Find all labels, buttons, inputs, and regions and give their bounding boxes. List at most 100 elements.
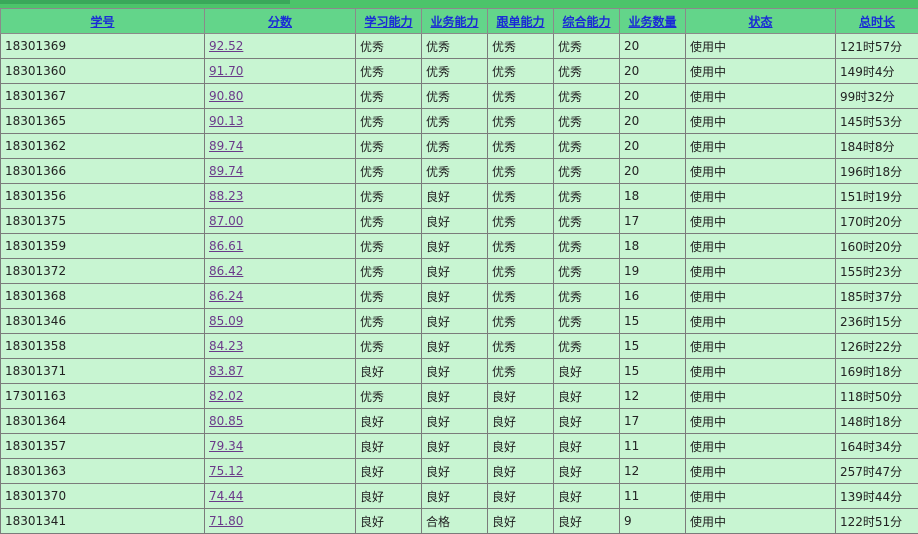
cell-follow: 良好 bbox=[488, 484, 554, 509]
col-header-status[interactable]: 状态 bbox=[686, 9, 836, 34]
score-link[interactable]: 90.13 bbox=[209, 114, 243, 128]
cell-score: 80.85 bbox=[205, 409, 356, 434]
cell-learn: 良好 bbox=[356, 409, 422, 434]
cell-count: 15 bbox=[620, 309, 686, 334]
cell-learn: 优秀 bbox=[356, 109, 422, 134]
score-link[interactable]: 87.00 bbox=[209, 214, 243, 228]
cell-score: 88.23 bbox=[205, 184, 356, 209]
score-link[interactable]: 89.74 bbox=[209, 164, 243, 178]
table-row: 1830137074.44良好良好良好良好11使用中139时44分 bbox=[1, 484, 918, 509]
cell-status: 使用中 bbox=[686, 159, 836, 184]
table-row: 1830136992.52优秀优秀优秀优秀20使用中121时57分 bbox=[1, 34, 918, 59]
sort-link-score[interactable]: 分数 bbox=[268, 15, 292, 29]
table-row: 1830136091.70优秀优秀优秀优秀20使用中149时4分 bbox=[1, 59, 918, 84]
cell-overall: 优秀 bbox=[554, 334, 620, 359]
sort-link-learn[interactable]: 学习能力 bbox=[364, 15, 412, 29]
cell-score: 83.87 bbox=[205, 359, 356, 384]
col-header-time[interactable]: 总时长 bbox=[836, 9, 918, 34]
cell-time: 148时18分 bbox=[836, 409, 918, 434]
col-header-score[interactable]: 分数 bbox=[205, 9, 356, 34]
cell-score: 85.09 bbox=[205, 309, 356, 334]
sort-link-biz[interactable]: 业务能力 bbox=[430, 15, 478, 29]
cell-id: 18301371 bbox=[1, 359, 205, 384]
cell-status: 使用中 bbox=[686, 184, 836, 209]
table-row: 1830136289.74优秀优秀优秀优秀20使用中184时8分 bbox=[1, 134, 918, 159]
cell-overall: 良好 bbox=[554, 434, 620, 459]
cell-biz: 良好 bbox=[422, 484, 488, 509]
cell-learn: 优秀 bbox=[356, 34, 422, 59]
score-link[interactable]: 71.80 bbox=[209, 514, 243, 528]
cell-count: 15 bbox=[620, 359, 686, 384]
cell-overall: 良好 bbox=[554, 409, 620, 434]
score-link[interactable]: 82.02 bbox=[209, 389, 243, 403]
cell-time: 151时19分 bbox=[836, 184, 918, 209]
score-table: 学号 分数 学习能力 业务能力 跟单能力 综合能力 业务数量 状态 总时长 18… bbox=[0, 8, 918, 534]
cell-follow: 良好 bbox=[488, 459, 554, 484]
cell-overall: 优秀 bbox=[554, 284, 620, 309]
score-link[interactable]: 80.85 bbox=[209, 414, 243, 428]
cell-time: 139时44分 bbox=[836, 484, 918, 509]
score-link[interactable]: 88.23 bbox=[209, 189, 243, 203]
cell-score: 75.12 bbox=[205, 459, 356, 484]
cell-id: 17301163 bbox=[1, 384, 205, 409]
cell-biz: 良好 bbox=[422, 259, 488, 284]
sort-link-time[interactable]: 总时长 bbox=[859, 15, 895, 29]
score-link[interactable]: 86.61 bbox=[209, 239, 243, 253]
cell-id: 18301364 bbox=[1, 409, 205, 434]
score-link[interactable]: 79.34 bbox=[209, 439, 243, 453]
cell-score: 92.52 bbox=[205, 34, 356, 59]
col-header-count[interactable]: 业务数量 bbox=[620, 9, 686, 34]
score-link[interactable]: 89.74 bbox=[209, 139, 243, 153]
cell-score: 79.34 bbox=[205, 434, 356, 459]
sort-link-status[interactable]: 状态 bbox=[748, 15, 772, 29]
col-header-id[interactable]: 学号 bbox=[1, 9, 205, 34]
cell-learn: 优秀 bbox=[356, 234, 422, 259]
cell-overall: 优秀 bbox=[554, 184, 620, 209]
sort-link-id[interactable]: 学号 bbox=[90, 15, 114, 29]
score-link[interactable]: 91.70 bbox=[209, 64, 243, 78]
sort-link-follow[interactable]: 跟单能力 bbox=[496, 15, 544, 29]
cell-learn: 良好 bbox=[356, 509, 422, 534]
cell-time: 164时34分 bbox=[836, 434, 918, 459]
col-header-learn[interactable]: 学习能力 bbox=[356, 9, 422, 34]
cell-id: 18301370 bbox=[1, 484, 205, 509]
cell-count: 19 bbox=[620, 259, 686, 284]
cell-overall: 良好 bbox=[554, 459, 620, 484]
cell-score: 90.13 bbox=[205, 109, 356, 134]
score-link[interactable]: 86.24 bbox=[209, 289, 243, 303]
cell-learn: 优秀 bbox=[356, 284, 422, 309]
col-header-biz[interactable]: 业务能力 bbox=[422, 9, 488, 34]
col-header-overall[interactable]: 综合能力 bbox=[554, 9, 620, 34]
score-link[interactable]: 74.44 bbox=[209, 489, 243, 503]
cell-time: 149时4分 bbox=[836, 59, 918, 84]
cell-follow: 优秀 bbox=[488, 34, 554, 59]
cell-time: 160时20分 bbox=[836, 234, 918, 259]
score-link[interactable]: 75.12 bbox=[209, 464, 243, 478]
score-link[interactable]: 83.87 bbox=[209, 364, 243, 378]
table-row: 1830137587.00优秀良好优秀优秀17使用中170时20分 bbox=[1, 209, 918, 234]
cell-follow: 优秀 bbox=[488, 209, 554, 234]
score-link[interactable]: 86.42 bbox=[209, 264, 243, 278]
cell-time: 121时57分 bbox=[836, 34, 918, 59]
cell-follow: 良好 bbox=[488, 509, 554, 534]
cell-score: 90.80 bbox=[205, 84, 356, 109]
header-row: 学号 分数 学习能力 业务能力 跟单能力 综合能力 业务数量 状态 总时长 bbox=[1, 9, 918, 34]
score-link[interactable]: 92.52 bbox=[209, 39, 243, 53]
score-link[interactable]: 85.09 bbox=[209, 314, 243, 328]
cell-status: 使用中 bbox=[686, 234, 836, 259]
table-row: 1730116382.02优秀良好良好良好12使用中118时50分 bbox=[1, 384, 918, 409]
cell-status: 使用中 bbox=[686, 259, 836, 284]
col-header-follow[interactable]: 跟单能力 bbox=[488, 9, 554, 34]
score-link[interactable]: 84.23 bbox=[209, 339, 243, 353]
sort-link-overall[interactable]: 综合能力 bbox=[562, 15, 610, 29]
cell-overall: 良好 bbox=[554, 484, 620, 509]
table-row: 1830136590.13优秀优秀优秀优秀20使用中145时53分 bbox=[1, 109, 918, 134]
cell-time: 169时18分 bbox=[836, 359, 918, 384]
cell-biz: 优秀 bbox=[422, 34, 488, 59]
cell-status: 使用中 bbox=[686, 284, 836, 309]
cell-overall: 良好 bbox=[554, 359, 620, 384]
cell-status: 使用中 bbox=[686, 109, 836, 134]
cell-follow: 优秀 bbox=[488, 109, 554, 134]
sort-link-count[interactable]: 业务数量 bbox=[628, 15, 676, 29]
score-link[interactable]: 90.80 bbox=[209, 89, 243, 103]
